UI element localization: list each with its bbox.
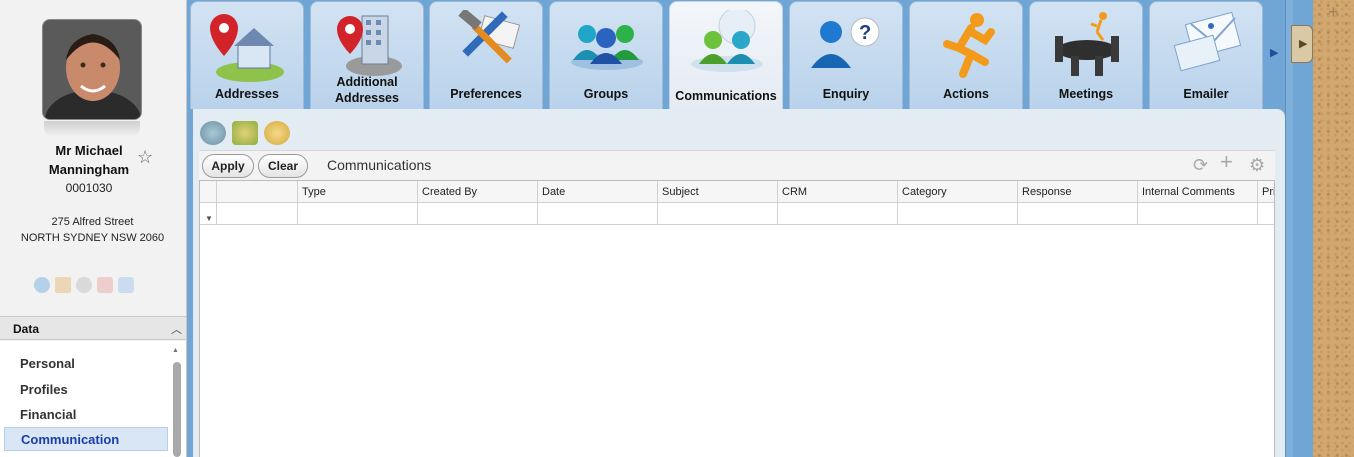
grid-header-subject[interactable]: Subject — [658, 181, 778, 203]
corkboard — [1313, 0, 1354, 457]
grid-header-cell[interactable] — [217, 181, 298, 203]
filter-cell-priority[interactable] — [1258, 203, 1274, 225]
tab-label: Communications — [675, 89, 777, 103]
contact-id: 0001030 — [65, 181, 113, 195]
tab-label: Groups — [583, 87, 629, 101]
corkboard-toggle-handle[interactable]: ▶ — [1291, 25, 1313, 63]
grid-header-row: Type Created By Date Subject CRM Categor… — [200, 181, 1274, 203]
group-icon[interactable] — [118, 277, 134, 293]
address-line-2: NORTH SYDNEY NSW 2060 — [20, 232, 165, 244]
settings-gear-icon[interactable]: ⚙ — [1249, 156, 1265, 174]
tab-meetings[interactable]: Meetings — [1029, 1, 1143, 109]
tab-label: Emailer — [1183, 87, 1229, 101]
link-icon[interactable] — [76, 277, 92, 293]
running-man-icon — [943, 13, 995, 78]
contact-panel: Mr Michael Manningham ☆ 0001030 275 Alfr… — [0, 0, 187, 457]
filter-icon[interactable]: ▼ — [205, 208, 213, 225]
grid-header-priority[interactable]: Pri — [1258, 181, 1274, 203]
tab-scroll-right-icon[interactable]: ▶ — [1270, 46, 1278, 59]
tab-label: Actions — [943, 87, 989, 101]
sidebar-item-profiles[interactable]: Profiles — [4, 378, 168, 402]
tab-groups[interactable]: Groups — [549, 1, 663, 109]
communication-house-icon[interactable] — [232, 121, 258, 145]
data-section-title: Data — [13, 322, 40, 336]
sidebar-item-financial[interactable]: Financial — [4, 403, 168, 427]
grid-toolbar: Apply Clear Communications ⟳ + ⚙ — [199, 150, 1275, 180]
arrow-right-icon: ▶ — [1299, 38, 1308, 50]
tab-addresses[interactable]: Addresses — [190, 1, 304, 109]
grid-header-date[interactable]: Date — [538, 181, 658, 203]
panel-divider — [1285, 0, 1293, 457]
clear-button[interactable]: Clear — [258, 154, 308, 178]
tab-label: Addresses — [215, 87, 279, 101]
grid-header-created-by[interactable]: Created By — [418, 181, 538, 203]
favorite-star-icon[interactable]: ☆ — [137, 148, 153, 166]
meeting-table-icon — [1055, 12, 1119, 76]
tab-enquiry[interactable]: ? Enquiry — [789, 1, 903, 109]
add-icon[interactable]: + — [1220, 151, 1233, 173]
data-section-header[interactable]: Data ︿ — [0, 316, 186, 340]
address-line-1: 275 Alfred Street — [51, 216, 134, 228]
tools-icon — [458, 10, 521, 64]
map-pin-building-icon — [337, 15, 402, 76]
grid-header-type[interactable]: Type — [298, 181, 418, 203]
filter-cell-type[interactable] — [298, 203, 418, 225]
filter-cell-created-by[interactable] — [418, 203, 538, 225]
grid-header-cell — [200, 181, 217, 203]
filter-cell-response[interactable] — [1018, 203, 1138, 225]
communication-type-icons — [200, 121, 290, 145]
tab-additional-addresses[interactable]: Additional Addresses — [310, 1, 424, 109]
filter-cell-category[interactable] — [898, 203, 1018, 225]
data-nav-list: Personal Profiles Financial Communicatio… — [0, 341, 186, 457]
communication-link-icon[interactable] — [264, 121, 290, 145]
tab-emailer[interactable]: Emailer — [1149, 1, 1263, 109]
filter-cell-crm[interactable] — [778, 203, 898, 225]
tab-communications[interactable]: Communications — [669, 1, 783, 111]
corkboard-add-icon[interactable]: + — [1328, 2, 1339, 23]
people-chat-icon — [691, 10, 763, 72]
tab-actions[interactable]: Actions — [909, 1, 1023, 109]
envelope-icon — [1173, 11, 1242, 72]
grid-header-crm[interactable]: CRM — [778, 181, 898, 203]
person-question-icon: ? — [811, 17, 880, 68]
map-pin-house-icon — [210, 14, 284, 82]
communications-grid: Type Created By Date Subject CRM Categor… — [199, 180, 1275, 457]
grid-header-response[interactable]: Response — [1018, 181, 1138, 203]
photo-reflection — [44, 121, 140, 137]
warning-icon[interactable] — [55, 277, 71, 293]
grid-title: Communications — [327, 157, 432, 173]
tab-label: Additional Addresses — [335, 75, 399, 105]
filter-cell-internal-comments[interactable] — [1138, 203, 1258, 225]
sidebar-item-personal[interactable]: Personal — [4, 352, 168, 376]
status-icons — [34, 277, 134, 293]
grid-filter-row: ▼ — [200, 203, 1274, 225]
grid-header-internal-comments[interactable]: Internal Comments — [1138, 181, 1258, 203]
chevron-up-icon[interactable]: ︿ — [171, 321, 182, 337]
refresh-icon[interactable]: ⟳ — [1193, 156, 1208, 174]
info-icon[interactable] — [34, 277, 50, 293]
sidebar-item-communication[interactable]: Communication — [4, 427, 168, 451]
tab-label: Preferences — [450, 87, 522, 101]
contact-photo[interactable] — [42, 19, 142, 120]
filter-cell[interactable] — [217, 203, 298, 225]
tab-preferences[interactable]: Preferences — [429, 1, 543, 109]
sidebar-scrollbar[interactable] — [173, 362, 181, 457]
svg-text:?: ? — [859, 22, 871, 44]
card-icon[interactable] — [97, 277, 113, 293]
grid-header-category[interactable]: Category — [898, 181, 1018, 203]
scroll-up-arrow-icon[interactable]: ▲ — [172, 347, 179, 354]
tab-label: Meetings — [1058, 87, 1114, 101]
apply-button[interactable]: Apply — [202, 154, 254, 178]
tab-label: Enquiry — [822, 87, 870, 101]
filter-cell-date[interactable] — [538, 203, 658, 225]
filter-cell: ▼ — [200, 203, 217, 225]
filter-cell-subject[interactable] — [658, 203, 778, 225]
people-group-icon — [571, 25, 643, 70]
communication-people-icon[interactable] — [200, 121, 226, 145]
